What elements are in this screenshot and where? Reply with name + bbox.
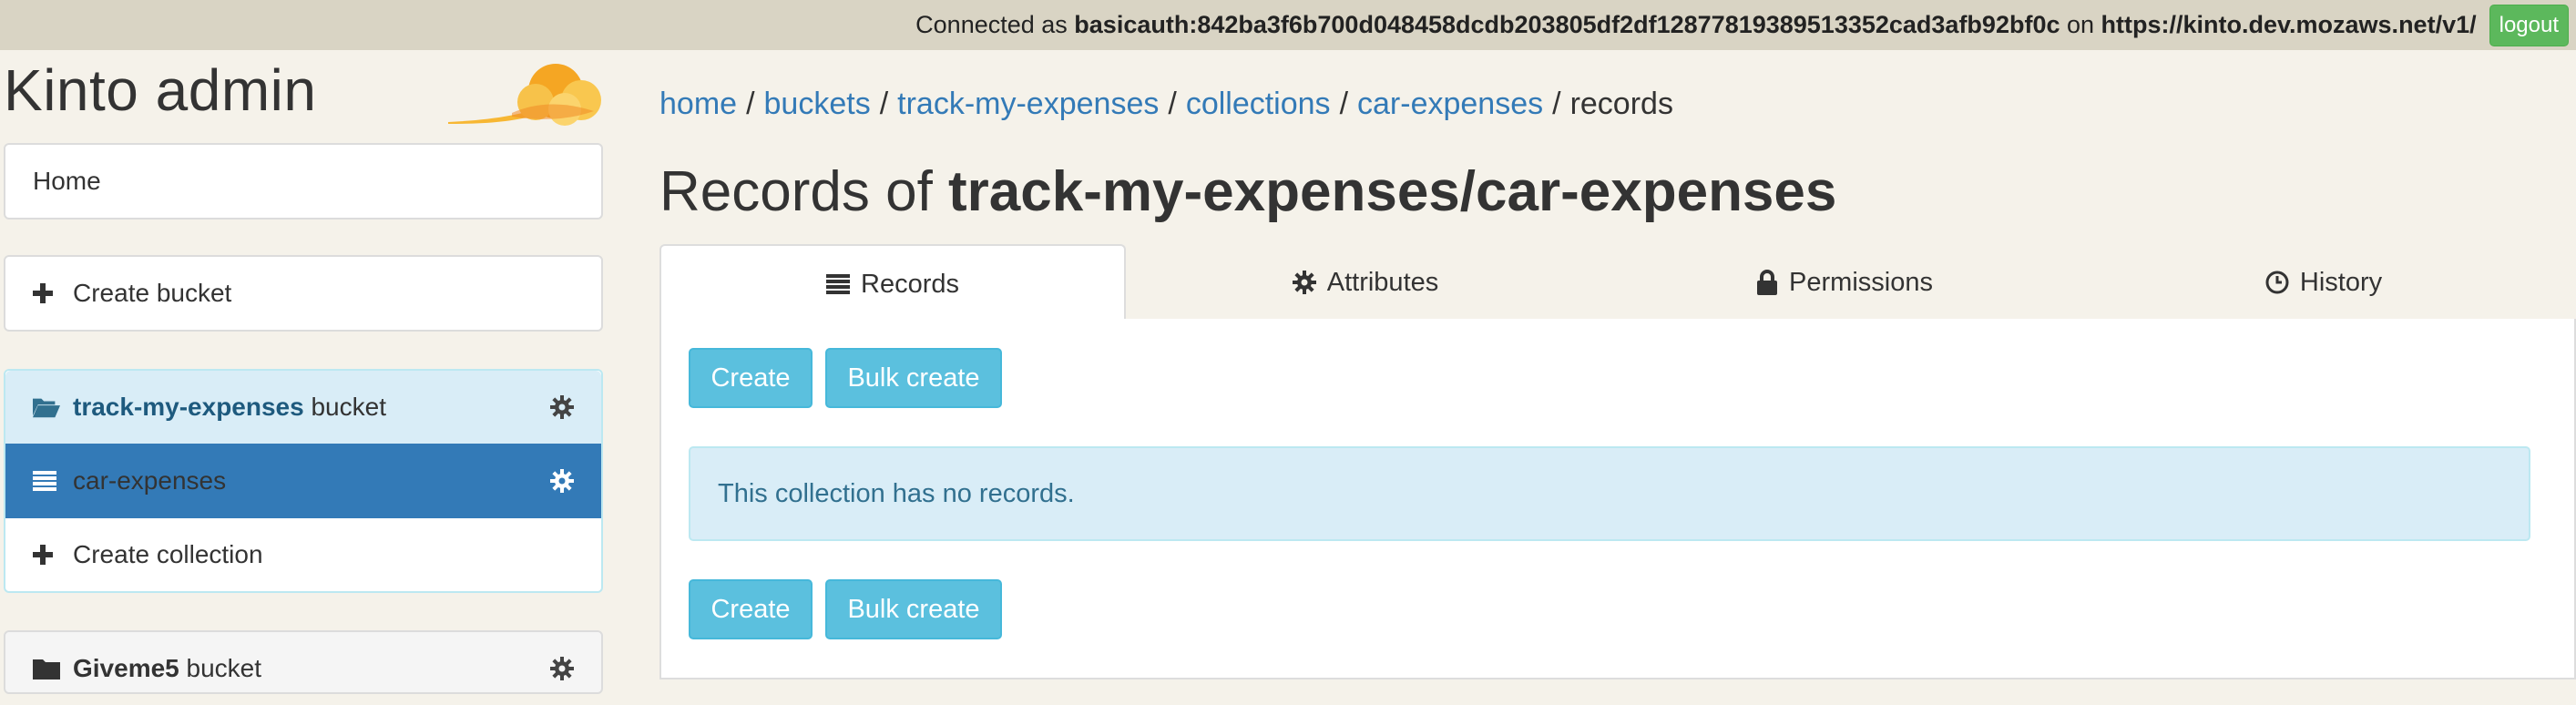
tab-label: History [2299,267,2383,297]
gear-icon[interactable] [550,395,574,419]
bucket-name: track-my-expenses bucket [73,393,386,422]
clock-icon [2265,271,2289,294]
folder-open-icon [33,396,60,418]
breadcrumb-separator: / [746,87,755,121]
list-icon [33,470,60,492]
top-bar: Connected as basicauth:842ba3f6b700d0484… [0,0,2576,50]
tab-label: Permissions [1789,267,1933,297]
breadcrumb-separator: / [1552,87,1561,121]
brand-title: Kinto admin [4,57,317,123]
empty-records-alert: This collection has no records. [689,446,2530,541]
breadcrumb: home / buckets / track-my-expenses / collectio… [659,87,1673,122]
create-record-button[interactable]: Create [689,579,813,639]
plus-icon [33,545,60,565]
bucket-name-bold: Giveme5 [73,654,179,682]
create-bucket-label: Create bucket [73,279,232,307]
bucket-header[interactable]: Giveme5 bucket [5,632,601,705]
gear-icon[interactable] [550,469,574,493]
gear-icon [1292,271,1316,294]
bucket-suffix: bucket [179,654,262,682]
folder-icon [33,658,60,679]
tab-attributes[interactable]: Attributes [1126,244,1605,321]
create-collection-button[interactable]: Create collection [5,518,601,591]
connected-user: basicauth:842ba3f6b700d048458dcdb203805d… [1074,11,2060,38]
empty-message: This collection has no records. [718,478,1075,508]
connected-on: on [2060,11,2101,38]
bucket-name-bold: track-my-expenses [73,393,304,421]
kinto-logo [448,60,605,130]
plus-icon [33,283,60,303]
bucket-suffix: bucket [303,393,386,421]
breadcrumb-collection[interactable]: car-expenses [1357,87,1543,121]
connected-prefix: Connected as [915,11,1075,38]
title-bold: track-my-expenses/car-expenses [948,160,1837,223]
tab-records[interactable]: Records [659,244,1126,322]
tab-label: Records [861,269,959,299]
home-panel: Home [4,143,603,220]
lock-icon [1756,270,1778,295]
list-icon [826,273,850,295]
breadcrumb-home[interactable]: home [659,87,737,121]
bulk-create-button[interactable]: Bulk create [825,579,1002,639]
logout-button[interactable]: logout [2489,4,2569,46]
breadcrumb-separator: / [1339,87,1349,121]
create-bucket-button[interactable]: Create bucket [5,257,601,330]
title-prefix: Records of [659,160,949,223]
breadcrumb-current: records [1569,87,1673,121]
bucket-header[interactable]: track-my-expenses bucket [5,371,601,444]
server-url: https://kinto.dev.mozaws.net/v1/ [2101,11,2477,38]
tab-history[interactable]: History [2084,244,2563,321]
create-record-button[interactable]: Create [689,348,813,408]
home-label: Home [33,167,101,195]
collection-item-car-expenses[interactable]: car-expenses [5,444,601,518]
bulk-create-button[interactable]: Bulk create [825,348,1002,408]
breadcrumb-collections[interactable]: collections [1186,87,1331,121]
bucket-panel-track-my-expenses: track-my-expenses bucket car-expenses Cr… [4,369,603,593]
connection-info: Connected as basicauth:842ba3f6b700d0484… [915,11,2476,39]
tab-permissions[interactable]: Permissions [1605,244,2084,321]
collection-name: car-expenses [73,466,227,495]
breadcrumb-separator: / [879,87,889,121]
create-collection-label: Create collection [73,540,263,568]
tab-label: Attributes [1326,267,1439,297]
page-title: Records of track-my-expenses/car-expense… [659,159,1836,224]
breadcrumb-bucket[interactable]: track-my-expenses [897,87,1159,121]
bucket-name: Giveme5 bucket [73,654,261,683]
create-bucket-panel: Create bucket [4,255,603,332]
tab-bar: Records Attributes Permissions History [659,244,2576,322]
gear-icon[interactable] [550,657,574,680]
sidebar-item-home[interactable]: Home [5,145,601,218]
breadcrumb-buckets[interactable]: buckets [764,87,871,121]
records-panel: Create Bulk create This collection has n… [659,319,2576,679]
breadcrumb-separator: / [1168,87,1177,121]
